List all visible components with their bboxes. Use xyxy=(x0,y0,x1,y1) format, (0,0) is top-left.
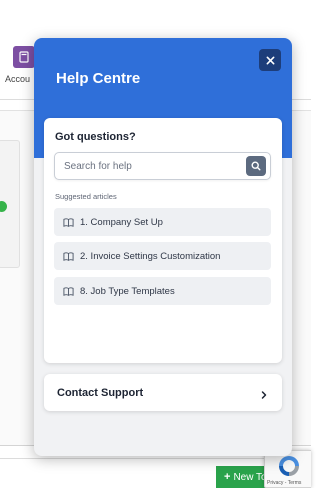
book-icon xyxy=(63,286,74,297)
search-box xyxy=(54,152,271,180)
book-icon xyxy=(63,217,74,228)
article-link[interactable]: 2. Invoice Settings Customization xyxy=(54,242,271,270)
search-input[interactable] xyxy=(64,153,244,179)
chevron-right-icon xyxy=(259,387,269,399)
article-link[interactable]: 8. Job Type Templates xyxy=(54,277,271,305)
questions-title: Got questions? xyxy=(55,131,136,143)
article-link[interactable]: 1. Company Set Up xyxy=(54,208,271,236)
suggested-articles-label: Suggested articles xyxy=(55,192,117,201)
recaptcha-icon xyxy=(279,456,299,476)
contact-support-label: Contact Support xyxy=(57,386,144,399)
article-label: 1. Company Set Up xyxy=(80,216,163,228)
recaptcha-links[interactable]: Privacy - Terms xyxy=(267,480,301,486)
search-button[interactable] xyxy=(246,156,266,176)
help-centre-widget: Help Centre Got questions? Suggested art… xyxy=(34,38,292,456)
questions-card: Got questions? Suggested articles 1. Com… xyxy=(44,118,282,363)
close-button[interactable] xyxy=(259,49,281,71)
close-icon xyxy=(266,56,274,64)
contact-support-button[interactable]: Contact Support xyxy=(44,374,282,411)
search-icon xyxy=(251,161,261,171)
plus-icon: + xyxy=(224,471,231,483)
help-title: Help Centre xyxy=(56,70,141,87)
nav-label-accounts[interactable]: Accou xyxy=(5,74,30,84)
book-icon xyxy=(63,251,74,262)
new-button-label: New To xyxy=(233,471,267,483)
calculator-icon[interactable] xyxy=(13,46,35,68)
article-label: 8. Job Type Templates xyxy=(80,285,175,297)
article-label: 2. Invoice Settings Customization xyxy=(80,250,221,262)
